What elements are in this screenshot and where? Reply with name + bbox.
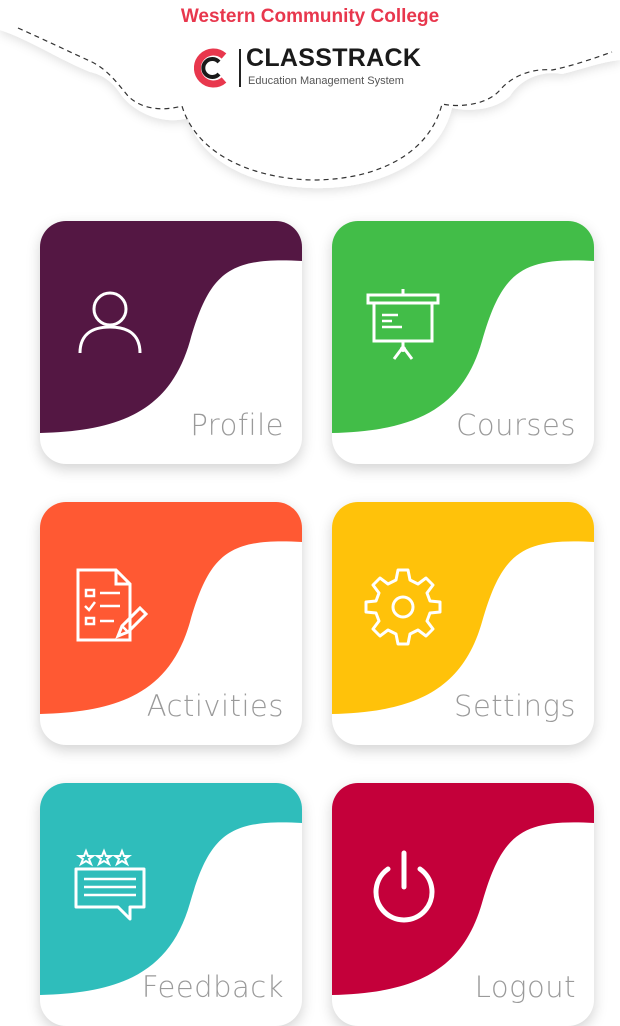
user-icon [78, 291, 142, 354]
classtrack-logo-icon [194, 48, 227, 88]
rating-feedback-icon [74, 848, 146, 921]
brand-divider [239, 49, 241, 87]
feedback-tile[interactable]: Feedback [40, 783, 302, 1026]
tile-label: Settings [454, 689, 576, 723]
college-name: Western Community College [180, 6, 440, 27]
tile-label: Logout [474, 970, 576, 1004]
gear-icon [364, 568, 442, 646]
tile-label: Courses [456, 408, 576, 442]
tile-label: Activities [146, 689, 284, 723]
settings-tile[interactable]: Settings [332, 502, 594, 745]
profile-tile[interactable]: Profile [40, 221, 302, 464]
courses-tile[interactable]: Courses [332, 221, 594, 464]
tile-label: Feedback [141, 970, 284, 1004]
power-icon [373, 850, 435, 923]
cloud-decoration [0, 0, 620, 189]
activities-tile[interactable]: Activities [40, 502, 302, 745]
app-name: CLASSTRACK [246, 44, 422, 72]
presentation-board-icon [366, 289, 440, 360]
logout-tile[interactable]: Logout [332, 783, 594, 1026]
checklist-document-icon [76, 568, 149, 642]
app-tagline: Education Management System [248, 75, 404, 87]
header: Western Community College CLASSTRACK Edu… [0, 0, 620, 210]
brand-logo: CLASSTRACK Education Management System [194, 44, 454, 90]
tile-label: Profile [190, 408, 284, 442]
